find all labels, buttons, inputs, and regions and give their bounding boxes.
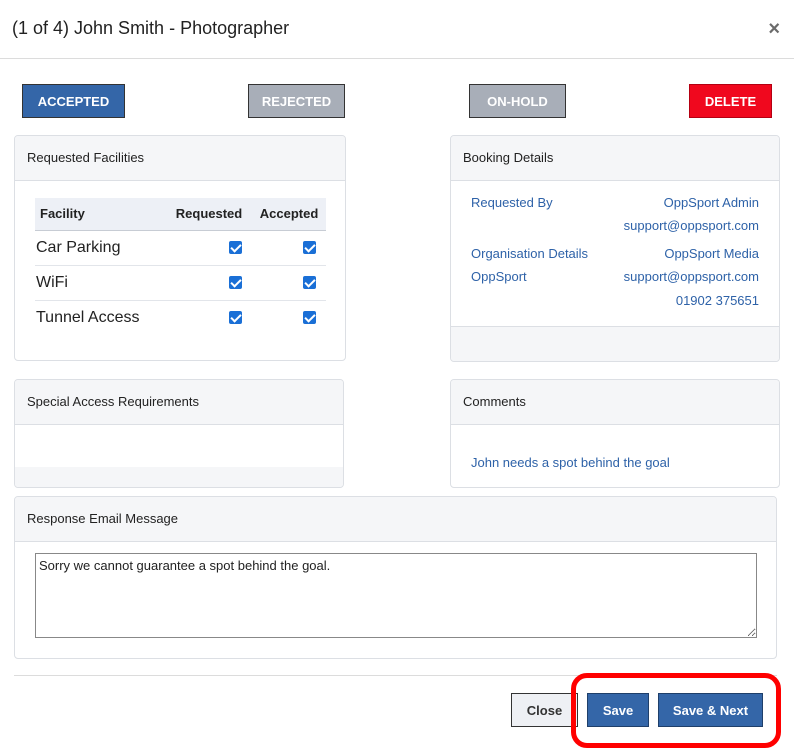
requested-by-name: OppSport Admin — [663, 195, 759, 210]
requested-checkbox[interactable] — [229, 311, 242, 325]
requested-by-email[interactable]: support@oppsport.com — [624, 218, 759, 233]
requested-cell — [166, 265, 252, 301]
column-header-requested: Requested — [166, 198, 252, 231]
facility-name: WiFi — [35, 265, 166, 301]
table-header-row: Facility Requested Accepted — [35, 198, 326, 231]
requested-cell — [166, 230, 252, 266]
requested-checkbox[interactable] — [229, 240, 242, 254]
booking-details-heading: Booking Details — [451, 136, 779, 181]
accepted-button[interactable]: ACCEPTED — [22, 84, 125, 118]
delete-button[interactable]: DELETE — [689, 84, 772, 118]
organisation-name: OppSport Media — [664, 246, 759, 261]
organisation-sublabel: OppSport — [471, 269, 527, 284]
save-and-next-button[interactable]: Save & Next — [658, 693, 763, 727]
modal-title: (1 of 4) John Smith - Photographer — [12, 18, 290, 38]
special-access-footer — [15, 467, 343, 487]
requested-checkbox[interactable] — [229, 275, 242, 289]
response-email-heading: Response Email Message — [15, 497, 776, 542]
table-row: Car Parking — [35, 230, 326, 266]
column-header-facility: Facility — [35, 198, 166, 231]
save-button[interactable]: Save — [587, 693, 649, 727]
footer-divider — [14, 675, 777, 676]
booking-details-panel: Booking Details Requested By OppSport Ad… — [450, 135, 780, 362]
accepted-checkbox[interactable] — [303, 311, 316, 325]
close-button[interactable]: Close — [511, 693, 578, 727]
organisation-details-label: Organisation Details — [471, 246, 589, 261]
close-icon[interactable]: × — [768, 18, 780, 40]
accepted-cell — [252, 230, 326, 266]
facility-name: Tunnel Access — [36, 308, 140, 326]
requested-facilities-panel: Requested Facilities Facility Requested … — [14, 135, 346, 361]
response-email-panel: Response Email Message Sorry we cannot g… — [14, 496, 777, 659]
requested-facilities-heading: Requested Facilities — [15, 136, 345, 181]
special-access-panel: Special Access Requirements — [14, 379, 344, 488]
facilities-table: Facility Requested Accepted Car Parking … — [35, 198, 326, 335]
table-row: Tunnel Access — [35, 300, 326, 335]
response-email-textarea[interactable]: Sorry we cannot guarantee a spot behind … — [35, 553, 757, 638]
modal-header: (1 of 4) John Smith - Photographer × — [0, 0, 794, 59]
comment-text: John needs a spot behind the goal — [471, 455, 670, 470]
organisation-email[interactable]: support@oppsport.com — [624, 269, 759, 284]
facility-name: Car Parking — [35, 230, 166, 266]
table-row: WiFi — [35, 265, 326, 301]
organisation-phone[interactable]: 01902 375651 — [676, 293, 759, 308]
accepted-checkbox[interactable] — [303, 275, 316, 289]
booking-panel-footer — [451, 326, 779, 361]
comments-panel: Comments John needs a spot behind the go… — [450, 379, 780, 488]
accepted-cell — [252, 300, 326, 335]
requested-cell — [166, 300, 252, 335]
on-hold-button[interactable]: ON-HOLD — [469, 84, 566, 118]
special-access-heading: Special Access Requirements — [15, 380, 343, 425]
accepted-checkbox[interactable] — [303, 240, 316, 254]
rejected-button[interactable]: REJECTED — [248, 84, 345, 118]
column-header-accepted: Accepted — [252, 198, 326, 231]
requested-by-label: Requested By — [471, 195, 553, 210]
accepted-cell — [252, 265, 326, 301]
comments-heading: Comments — [451, 380, 779, 425]
